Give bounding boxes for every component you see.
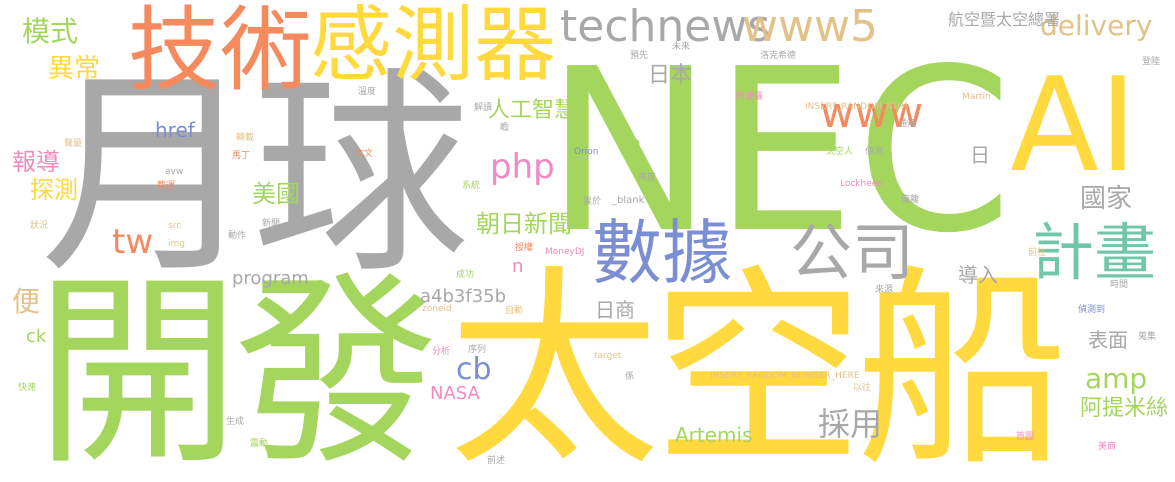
- word-martin: Martin: [962, 92, 991, 102]
- word-related: 係: [625, 372, 635, 382]
- word-analysis: 分析: [432, 347, 451, 357]
- word-system: 系統: [462, 181, 481, 191]
- word-cloud: NEC 月球 開發 太空船 AI 技術 感測器 technews www5 數據…: [0, 0, 1175, 482]
- word-lockheed-zh: 洛克希德: [760, 51, 797, 61]
- word-img: img: [168, 239, 185, 249]
- word-rand-num-here: INSERT_RANDOM_NUMBER_HERE: [710, 371, 860, 381]
- word-land: 登陸: [1142, 57, 1161, 67]
- word-technews: technews: [560, 1, 771, 52]
- word-lockheed: Lockheed: [840, 179, 884, 189]
- word-astronaut: 太空人: [826, 147, 854, 157]
- word-preset: 預先: [630, 51, 649, 61]
- word-detected: 偵測到: [1078, 305, 1106, 315]
- word-time: 時間: [1110, 280, 1129, 290]
- word-status: 狀況: [30, 221, 49, 231]
- word-temperature: 溫度: [358, 87, 377, 97]
- word-notify: 通知: [898, 119, 917, 129]
- word-nasa: NASA: [430, 383, 480, 404]
- word-origin: 來源: [875, 285, 894, 295]
- word-text: 本文: [355, 149, 374, 159]
- word-go-to: 前往: [1028, 248, 1047, 258]
- word-differ: 異於: [583, 197, 602, 207]
- word-abnormal: 異常: [48, 54, 101, 84]
- word-apollo: 阿波羅: [736, 92, 764, 102]
- word-amp: amp: [1085, 362, 1148, 395]
- word-auto: 自動: [505, 306, 524, 316]
- word-target: target: [594, 351, 622, 361]
- word-usa: 美國: [252, 180, 300, 208]
- word-authorize: 授權: [515, 243, 534, 253]
- word-payload: 載運: [157, 181, 176, 191]
- word-gather: 蒐集: [1138, 332, 1157, 342]
- word-generate: 生成: [226, 417, 245, 427]
- word-a: a: [630, 133, 642, 154]
- word-volume: 聲量: [64, 139, 83, 149]
- word-zhan: 瞻: [500, 123, 510, 133]
- word-artemis-zh: 阿提米絲: [1080, 396, 1169, 421]
- word-zoneid: zoneid: [422, 304, 452, 314]
- word-href: href: [155, 118, 195, 142]
- word-sequence: 序列: [468, 345, 487, 355]
- word-jaxa: 航空暨太空總署: [948, 10, 1061, 29]
- word-surface: 表面: [1088, 328, 1128, 352]
- word-program: program: [232, 268, 309, 289]
- word-n: n: [512, 256, 524, 277]
- word-tw: tw: [112, 222, 154, 262]
- word-data: 數據: [592, 212, 732, 294]
- word-ck: ck: [26, 326, 47, 347]
- word-blank: _blank: [612, 195, 645, 206]
- word-report: 報導: [12, 148, 60, 176]
- word-interpret: 偵測: [865, 147, 884, 157]
- word-future: 未來: [672, 42, 691, 52]
- word-php: php: [490, 147, 555, 187]
- word-detect: 探測: [30, 176, 78, 204]
- word-us-firm: 美商: [1098, 442, 1117, 452]
- word-vibrate: 震動: [250, 439, 269, 449]
- word-develop: 開發: [35, 255, 439, 482]
- word-convenient: 便: [12, 285, 41, 318]
- word-cb: cb: [456, 352, 492, 387]
- word-jp-firm: 日商: [595, 298, 635, 322]
- word-www5: www5: [742, 1, 878, 52]
- word-import: 導入: [958, 263, 998, 287]
- word-country: 國家: [1080, 184, 1133, 214]
- word-asahi: 朝日新聞: [476, 210, 572, 238]
- word-ai-jp: 人工智慧: [488, 98, 577, 123]
- word-moneydj: MoneyDJ: [545, 247, 585, 257]
- word-action: 動作: [228, 231, 247, 241]
- word-transfer: 轉載: [236, 133, 255, 143]
- word-plan: 計畫: [1032, 216, 1157, 289]
- word-technology: 技術: [128, 0, 313, 104]
- word-japan: 日本: [648, 63, 693, 88]
- word-orion: Orion: [574, 147, 599, 157]
- word-artemis: Artemis: [675, 423, 753, 447]
- word-avw: avw: [165, 167, 184, 177]
- word-sensor: 感測器: [310, 0, 557, 93]
- word-past: 以往: [853, 383, 872, 393]
- word-martin-zh: 馬丁: [232, 151, 251, 161]
- word-reset: 再度: [638, 173, 657, 183]
- word-mode: 模式: [22, 15, 79, 48]
- word-success: 成功: [456, 270, 475, 280]
- word-day: 日: [970, 143, 990, 167]
- word-front-page: 首圖: [1016, 432, 1035, 442]
- word-ai: AI: [1010, 49, 1138, 201]
- word-fast: 快速: [18, 383, 37, 393]
- word-deviate: 偏離: [901, 195, 920, 205]
- word-adopt: 採用: [818, 405, 883, 443]
- word-src: src: [168, 221, 182, 231]
- word-decode: 解讀: [474, 103, 493, 113]
- word-news: 新聞: [262, 219, 281, 229]
- word-company: 公司: [790, 216, 915, 289]
- word-rand-num: INSERT_RANDOM_NUM: [805, 102, 908, 112]
- word-forward: 前述: [487, 456, 506, 466]
